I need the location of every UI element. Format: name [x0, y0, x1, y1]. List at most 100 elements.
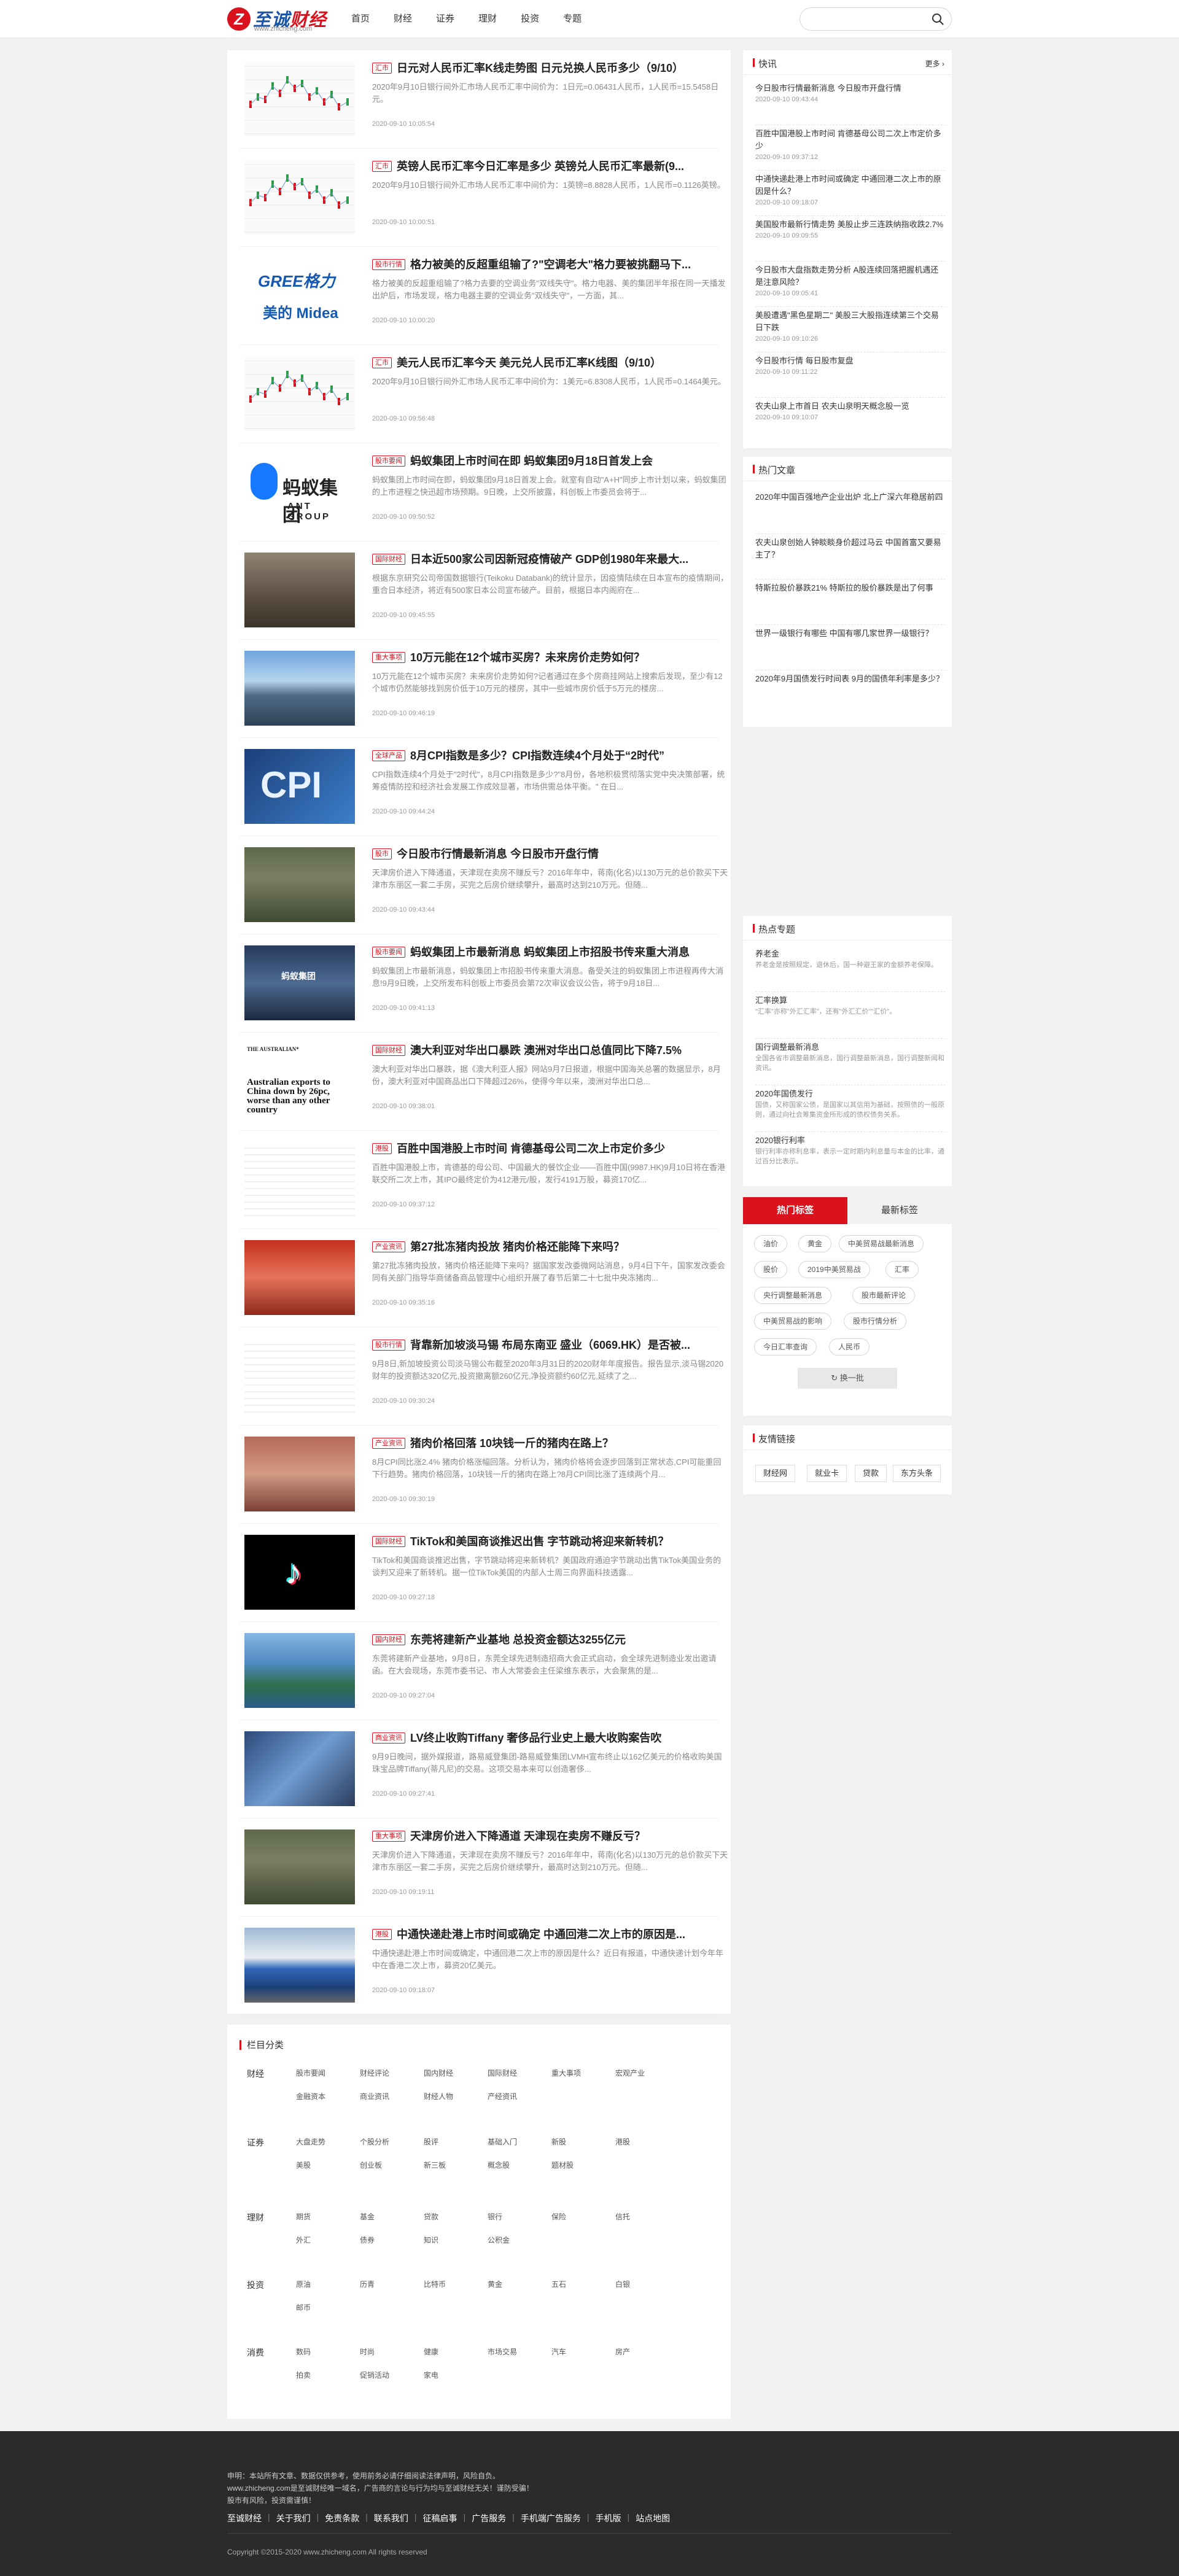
article-item[interactable]: 蚂蚁集团 股市要闻 蚂蚁集团上市最新消息 蚂蚁集团上市招股书传来重大消息 蚂蚁集团上市…	[239, 934, 723, 1033]
category-link[interactable]: 国际财经	[488, 2068, 517, 2078]
category-link[interactable]: 信托	[615, 2211, 630, 2222]
category-link[interactable]: 创业板	[360, 2160, 382, 2170]
nav-item[interactable]: 理财	[478, 0, 497, 38]
flash-news-item[interactable]: 今日股市行情最新消息 今日股市开盘行情 2020-09-10 09:43:44	[755, 82, 946, 125]
article-thumbnail[interactable]	[244, 651, 355, 726]
article-item[interactable]: 汇市 英镑人民币汇率今日汇率是多少 英镑兑人民币汇率最新(9... 2020年9月1…	[239, 149, 725, 247]
category-link[interactable]: 外汇	[296, 2235, 311, 2245]
flash-news-text[interactable]: 农夫山泉上市首日 农夫山泉明天概念股一览	[755, 400, 946, 413]
article-thumbnail[interactable]	[244, 553, 355, 627]
flash-news-text[interactable]: 中通快递赴港上市时间或确定 中通回港二次上市的原因是什么？	[755, 173, 946, 198]
footer-link[interactable]: 关于我们	[276, 2512, 311, 2524]
category-link[interactable]: 期货	[296, 2211, 311, 2222]
more-link[interactable]: 更多 ›	[925, 58, 944, 69]
article-tag[interactable]: 股市	[372, 848, 392, 859]
refresh-tags-button[interactable]: ↻ 换一批	[798, 1368, 897, 1389]
flash-news-text[interactable]: 美股遭遇"黑色星期二" 美股三大股指连续第三个交易日下跌	[755, 309, 946, 334]
hot-article-title[interactable]: 农夫山泉创始人钟睒睒身价超过马云 中国首富又要易主了？	[755, 537, 946, 561]
category-link[interactable]: 股市要闻	[296, 2068, 325, 2078]
article-tag[interactable]: 国际财经	[372, 1536, 405, 1547]
article-title[interactable]: 猪肉价格回落 10块钱一斤的猪肉在路上？	[410, 1435, 716, 1451]
category-link[interactable]: 宏观产业	[615, 2068, 645, 2078]
nav-item[interactable]: 财经	[394, 0, 412, 38]
hot-topic-title[interactable]: 2020银行利率	[755, 1135, 946, 1147]
article-thumbnail[interactable]	[244, 1437, 355, 1511]
article-title[interactable]: 日本近500家公司因新冠疫情破产 GDP创1980年来最大...	[410, 551, 716, 567]
article-title[interactable]: 10万元能在12个城市买房？未来房价走势如何？	[410, 650, 716, 665]
flash-news-item[interactable]: 今日股市行情 每日股市复盘 2020-09-10 09:11:22	[755, 355, 946, 398]
article-tag[interactable]: 重大事项	[372, 1831, 405, 1842]
category-link[interactable]: 美股	[296, 2160, 311, 2170]
friend-link[interactable]: 贷款	[855, 1465, 887, 1482]
hot-article-title[interactable]: 世界一级银行有哪些 中国有哪几家世界一级银行？	[755, 627, 946, 640]
footer-link[interactable]: 站点地图	[636, 2512, 670, 2524]
hot-topic-item[interactable]: 2020银行利率 银行利率亦称利息率，表示一定时期内利息量与本金的比率，通过百分比…	[755, 1135, 946, 1179]
flash-news-item[interactable]: 百胜中国港股上市时间 肯德基母公司二次上市定价多少 2020-09-10 09:3…	[755, 128, 946, 171]
footer-link[interactable]: 免责条款	[325, 2512, 359, 2524]
category-link[interactable]: 时尚	[360, 2346, 375, 2357]
category-link[interactable]: 公积金	[488, 2235, 510, 2245]
article-item[interactable]: 汇市 美元人民币汇率今天 美元兑人民币汇率K线图（9/10） 2020年9月10日银…	[239, 345, 726, 443]
article-tag[interactable]: 股市要闻	[372, 947, 405, 958]
friend-link[interactable]: 财经网	[755, 1465, 796, 1482]
category-link[interactable]: 股评	[424, 2136, 438, 2147]
category-link[interactable]: 数码	[296, 2346, 311, 2357]
flash-news-text[interactable]: 今日股市行情 每日股市复盘	[755, 355, 946, 367]
category-link[interactable]: 知识	[424, 2235, 438, 2245]
tag-pill[interactable]: 油价	[754, 1235, 788, 1252]
category-link[interactable]: 邮币	[296, 2302, 311, 2313]
tag-pill[interactable]: 汇率	[885, 1261, 919, 1278]
category-link[interactable]: 概念股	[488, 2160, 510, 2170]
article-thumbnail[interactable]	[244, 847, 355, 922]
category-link[interactable]: 贷款	[424, 2211, 438, 2222]
friend-link[interactable]: 就业卡	[807, 1465, 847, 1482]
article-title[interactable]: 格力被美的反超重组输了?"空调老大"格力要被挑翻马下...	[410, 257, 716, 273]
category-link[interactable]: 新三板	[424, 2160, 446, 2170]
flash-news-item[interactable]: 农夫山泉上市首日 农夫山泉明天概念股一览 2020-09-10 09:10:07	[755, 400, 946, 443]
article-title[interactable]: 澳大利亚对华出口暴跌 澳洲对华出口总值同比下降7.5%	[410, 1042, 716, 1058]
article-item[interactable]: 商业资讯 LV终止收购Tiffany 奢侈品行业史上最大收购案告吹 9月9日晚间，据…	[239, 1720, 722, 1818]
tab-latest-tags[interactable]: 最新标签	[847, 1197, 952, 1224]
tag-pill[interactable]: 中美贸易战最新消息	[839, 1235, 924, 1252]
hot-topic-title[interactable]: 汇率换算	[755, 995, 946, 1007]
flash-news-text[interactable]: 今日股市大盘指数走势分析 A股连续回落把握机遇还是注意风险？	[755, 264, 946, 289]
hot-topic-title[interactable]: 国行调整最新消息	[755, 1041, 946, 1053]
category-link[interactable]: 题材股	[551, 2160, 574, 2170]
flash-news-text[interactable]: 美国股市最新行情走势 美股止步三连跌纳指收跌2.7%	[755, 219, 946, 231]
category-link[interactable]: 黄金	[488, 2279, 502, 2289]
tag-pill[interactable]: 央行调整最新消息	[754, 1287, 832, 1304]
tag-pill[interactable]: 人民币	[829, 1338, 870, 1356]
flash-news-item[interactable]: 今日股市大盘指数走势分析 A股连续回落把握机遇还是注意风险？ 2020-09-10…	[755, 264, 946, 307]
category-link[interactable]: 家电	[424, 2370, 438, 2380]
hot-article-item[interactable]: 农夫山泉创始人钟睒睒身价超过马云 中国首富又要易主了？	[755, 537, 946, 580]
article-title[interactable]: 美元人民币汇率今天 美元兑人民币汇率K线图（9/10）	[397, 355, 716, 371]
category-link[interactable]: 财经人物	[424, 2091, 453, 2101]
hot-topic-title[interactable]: 养老金	[755, 948, 946, 960]
flash-news-text[interactable]: 百胜中国港股上市时间 肯德基母公司二次上市定价多少	[755, 128, 946, 152]
article-tag[interactable]: 全球产品	[372, 750, 405, 761]
article-thumbnail[interactable]: ♪	[244, 1535, 355, 1610]
tag-pill[interactable]: 股价	[754, 1261, 788, 1278]
tag-pill[interactable]: 黄金	[798, 1235, 832, 1252]
category-link[interactable]: 拍卖	[296, 2370, 311, 2380]
article-tag[interactable]: 商业资讯	[372, 1732, 405, 1744]
article-thumbnail[interactable]	[244, 1633, 355, 1708]
article-tag[interactable]: 国际财经	[372, 554, 405, 565]
article-tag[interactable]: 产业资讯	[372, 1438, 405, 1449]
article-thumbnail[interactable]	[244, 1240, 355, 1315]
article-item[interactable]: 股市行情 背靠新加坡淡马锡 布局东南亚 盛业（6069.HK）是否被... 9月8日…	[239, 1327, 723, 1426]
hot-article-title[interactable]: 2020年中国百强地产企业出炉 北上广深六年稳居前四	[755, 491, 946, 503]
category-link[interactable]: 债券	[360, 2235, 375, 2245]
article-title[interactable]: 蚂蚁集团上市时间在即 蚂蚁集团9月18日首发上会	[410, 453, 716, 469]
footer-link[interactable]: 联系我们	[374, 2512, 408, 2524]
tab-hot-tags[interactable]: 热门标签	[743, 1197, 847, 1224]
search-icon[interactable]	[932, 13, 944, 25]
category-link[interactable]: 产经资讯	[488, 2091, 517, 2101]
article-thumbnail[interactable]	[244, 1829, 355, 1904]
tag-pill[interactable]: 股市行情分析	[844, 1313, 907, 1330]
article-tag[interactable]: 产业资讯	[372, 1241, 405, 1252]
article-title[interactable]: TikTok和美国商谈推迟出售 字节跳动将迎来新转机？	[410, 1534, 716, 1550]
flash-news-item[interactable]: 美国股市最新行情走势 美股止步三连跌纳指收跌2.7% 2020-09-10 09:…	[755, 219, 946, 262]
article-tag[interactable]: 国际财经	[372, 1045, 405, 1056]
category-link[interactable]: 金融资本	[296, 2091, 325, 2101]
